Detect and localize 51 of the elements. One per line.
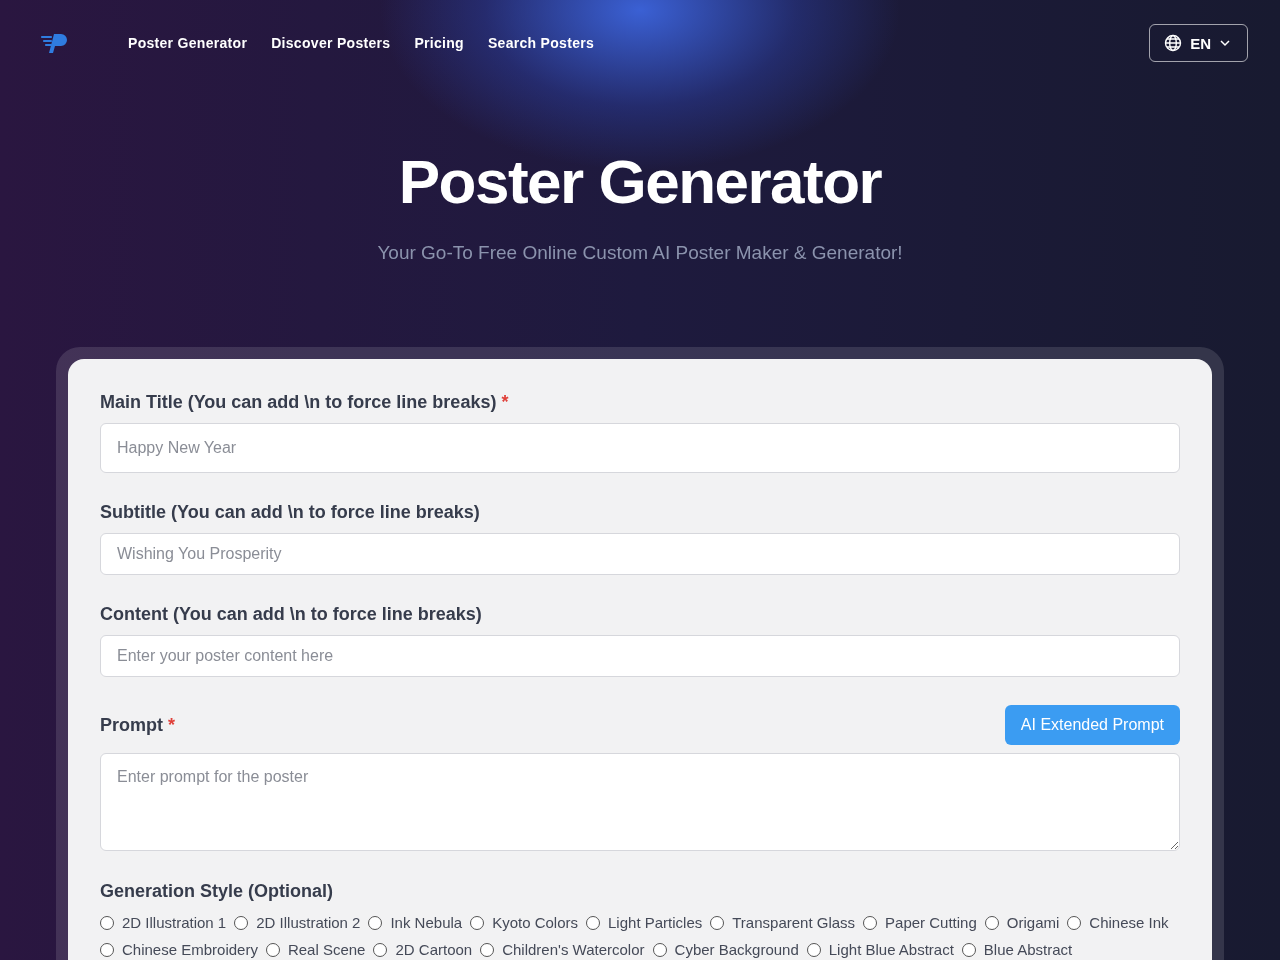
nav-link[interactable]: Discover Posters [271,35,391,51]
section-label: Generation Style (Optional) [100,881,335,902]
page-title: Poster Generator [397,146,883,218]
style-option[interactable]: Origami [984,914,1060,931]
style-option[interactable]: Ink Nebula [368,914,463,931]
style-option[interactable]: Light Blue Abstract [806,941,954,958]
language-button[interactable]: EN [1149,24,1248,62]
text-field[interactable]: Wishing You Prosperity [100,533,1180,575]
nav-link[interactable]: Search Posters [487,35,595,51]
radio-button[interactable] [1067,915,1082,930]
text-field[interactable]: Happy New Year [100,423,1180,473]
radio-button[interactable] [806,942,821,957]
radio-button[interactable] [368,915,383,930]
nav-link[interactable]: Poster Generator [128,35,248,51]
radio-button[interactable] [961,942,976,957]
prompt-field[interactable]: Enter prompt for the poster [100,753,1180,851]
style-option[interactable]: Transparent Glass [710,914,856,931]
chevron-down-icon [1219,39,1231,47]
field-label: Content (You can add \n to force line breaks) [100,603,482,625]
style-option[interactable]: 2D Illustration 1 [100,914,227,931]
radio-button[interactable] [984,915,999,930]
field-label: Main Title (You can add \n to force line breaks) * [100,391,509,413]
nav-link[interactable]: Pricing [414,35,464,51]
style-option[interactable]: 2D Cartoon [373,941,473,958]
field-label: Prompt * [100,714,175,736]
style-option[interactable]: Cyber Background [652,941,799,958]
radio-button[interactable] [100,942,114,957]
radio-button[interactable] [710,915,725,930]
field-label: Subtitle (You can add \n to force line breaks) [100,501,480,523]
style-option[interactable]: Paper Cutting [863,914,977,931]
style-option[interactable]: 2D Illustration 2 [234,914,361,931]
text-field[interactable]: Enter your poster content here [100,635,1180,677]
style-option[interactable]: Chinese Ink [1067,914,1169,931]
radio-button[interactable] [100,915,114,930]
radio-button[interactable] [234,915,249,930]
style-option[interactable]: Chinese Embroidery [100,941,258,958]
radio-button[interactable] [863,915,878,930]
radio-button[interactable] [373,942,388,957]
radio-button[interactable] [586,915,601,930]
globe-icon [1164,34,1183,52]
style-option[interactable]: Children's Watercolor [480,941,645,958]
style-option[interactable]: Light Particles [586,914,703,931]
radio-button[interactable] [652,942,667,957]
page-subtitle: Your Go-To Free Online Custom AI Poster Maker & Generator! [376,242,904,264]
style-option[interactable]: Blue Abstract [961,941,1073,958]
radio-button[interactable] [265,942,280,957]
radio-button[interactable] [470,915,485,930]
radio-button[interactable] [480,942,495,957]
style-option[interactable]: Kyoto Colors [470,914,579,931]
logo-icon[interactable] [40,31,70,55]
style-option[interactable]: Real Scene [265,941,366,958]
